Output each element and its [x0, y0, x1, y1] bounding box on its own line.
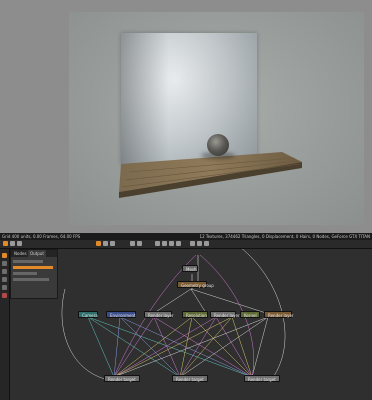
camera-node[interactable]: Camera	[78, 311, 98, 318]
render-viewport[interactable]	[0, 0, 372, 233]
tab-nodes[interactable]: Nodes	[12, 250, 29, 257]
output-tabs: Nodes Output	[11, 250, 57, 257]
render-toolbar	[0, 240, 372, 249]
region-icon[interactable]	[176, 241, 181, 246]
status-right-text: 12 Textures, 374462 Triangles, 0 Displac…	[199, 234, 370, 239]
zoom-icon[interactable]	[17, 241, 22, 246]
fit-icon[interactable]	[169, 241, 174, 246]
render-layer-node-c[interactable]: Render layer	[264, 311, 294, 318]
link-tool-icon[interactable]	[2, 261, 7, 266]
camera-icon[interactable]	[130, 241, 135, 246]
render-icon[interactable]	[96, 241, 101, 246]
lock-icon[interactable]	[197, 241, 202, 246]
render-target-node-3[interactable]: Render target	[244, 375, 280, 382]
geometry-group-node[interactable]: Geometry group	[177, 281, 214, 288]
render-target-node-2[interactable]: Render target	[172, 375, 208, 382]
stop-icon[interactable]	[110, 241, 115, 246]
output-body	[13, 260, 53, 284]
resolution-node[interactable]: Resolution	[182, 311, 208, 318]
output-row	[13, 278, 49, 281]
mesh-node[interactable]: Mesh	[182, 265, 198, 272]
zoom-out-icon[interactable]	[162, 241, 167, 246]
kernel-node[interactable]: Kernel	[240, 311, 260, 318]
zoom-in-icon[interactable]	[155, 241, 160, 246]
output-row	[13, 272, 37, 275]
tab-output[interactable]: Output	[28, 250, 46, 257]
node-tool-icon[interactable]	[2, 253, 7, 258]
environment-node[interactable]: Environment	[106, 311, 136, 318]
status-left-text: Grid 400 units, 0.00 Frames, 64.00 FPS	[2, 234, 81, 239]
status-bar: Grid 400 units, 0.00 Frames, 64.00 FPS 1…	[0, 233, 372, 240]
output-panel: Nodes Output	[10, 249, 58, 299]
group-tool-icon[interactable]	[2, 269, 7, 274]
render-layer-node-a[interactable]: Render layer	[144, 311, 174, 318]
layout-tool-icon[interactable]	[2, 285, 7, 290]
pause-icon[interactable]	[103, 241, 108, 246]
node-graph-editor[interactable]: Mesh Geometry group Camera Environment R…	[10, 249, 372, 400]
settings-icon[interactable]	[137, 241, 142, 246]
render-layer-node-b[interactable]: Render layer	[210, 311, 240, 318]
move-icon[interactable]	[10, 241, 15, 246]
output-row	[13, 266, 53, 269]
render-image	[69, 12, 364, 225]
render-target-node-1[interactable]: Render target	[104, 375, 140, 382]
delete-tool-icon[interactable]	[2, 293, 7, 298]
left-tool-column	[0, 249, 10, 400]
grid-icon[interactable]	[204, 241, 209, 246]
wooden-floor	[119, 152, 302, 198]
stone-sphere	[207, 134, 229, 156]
pin-tool-icon[interactable]	[2, 277, 7, 282]
output-row	[13, 260, 43, 263]
select-icon[interactable]	[3, 241, 8, 246]
refresh-icon[interactable]	[190, 241, 195, 246]
